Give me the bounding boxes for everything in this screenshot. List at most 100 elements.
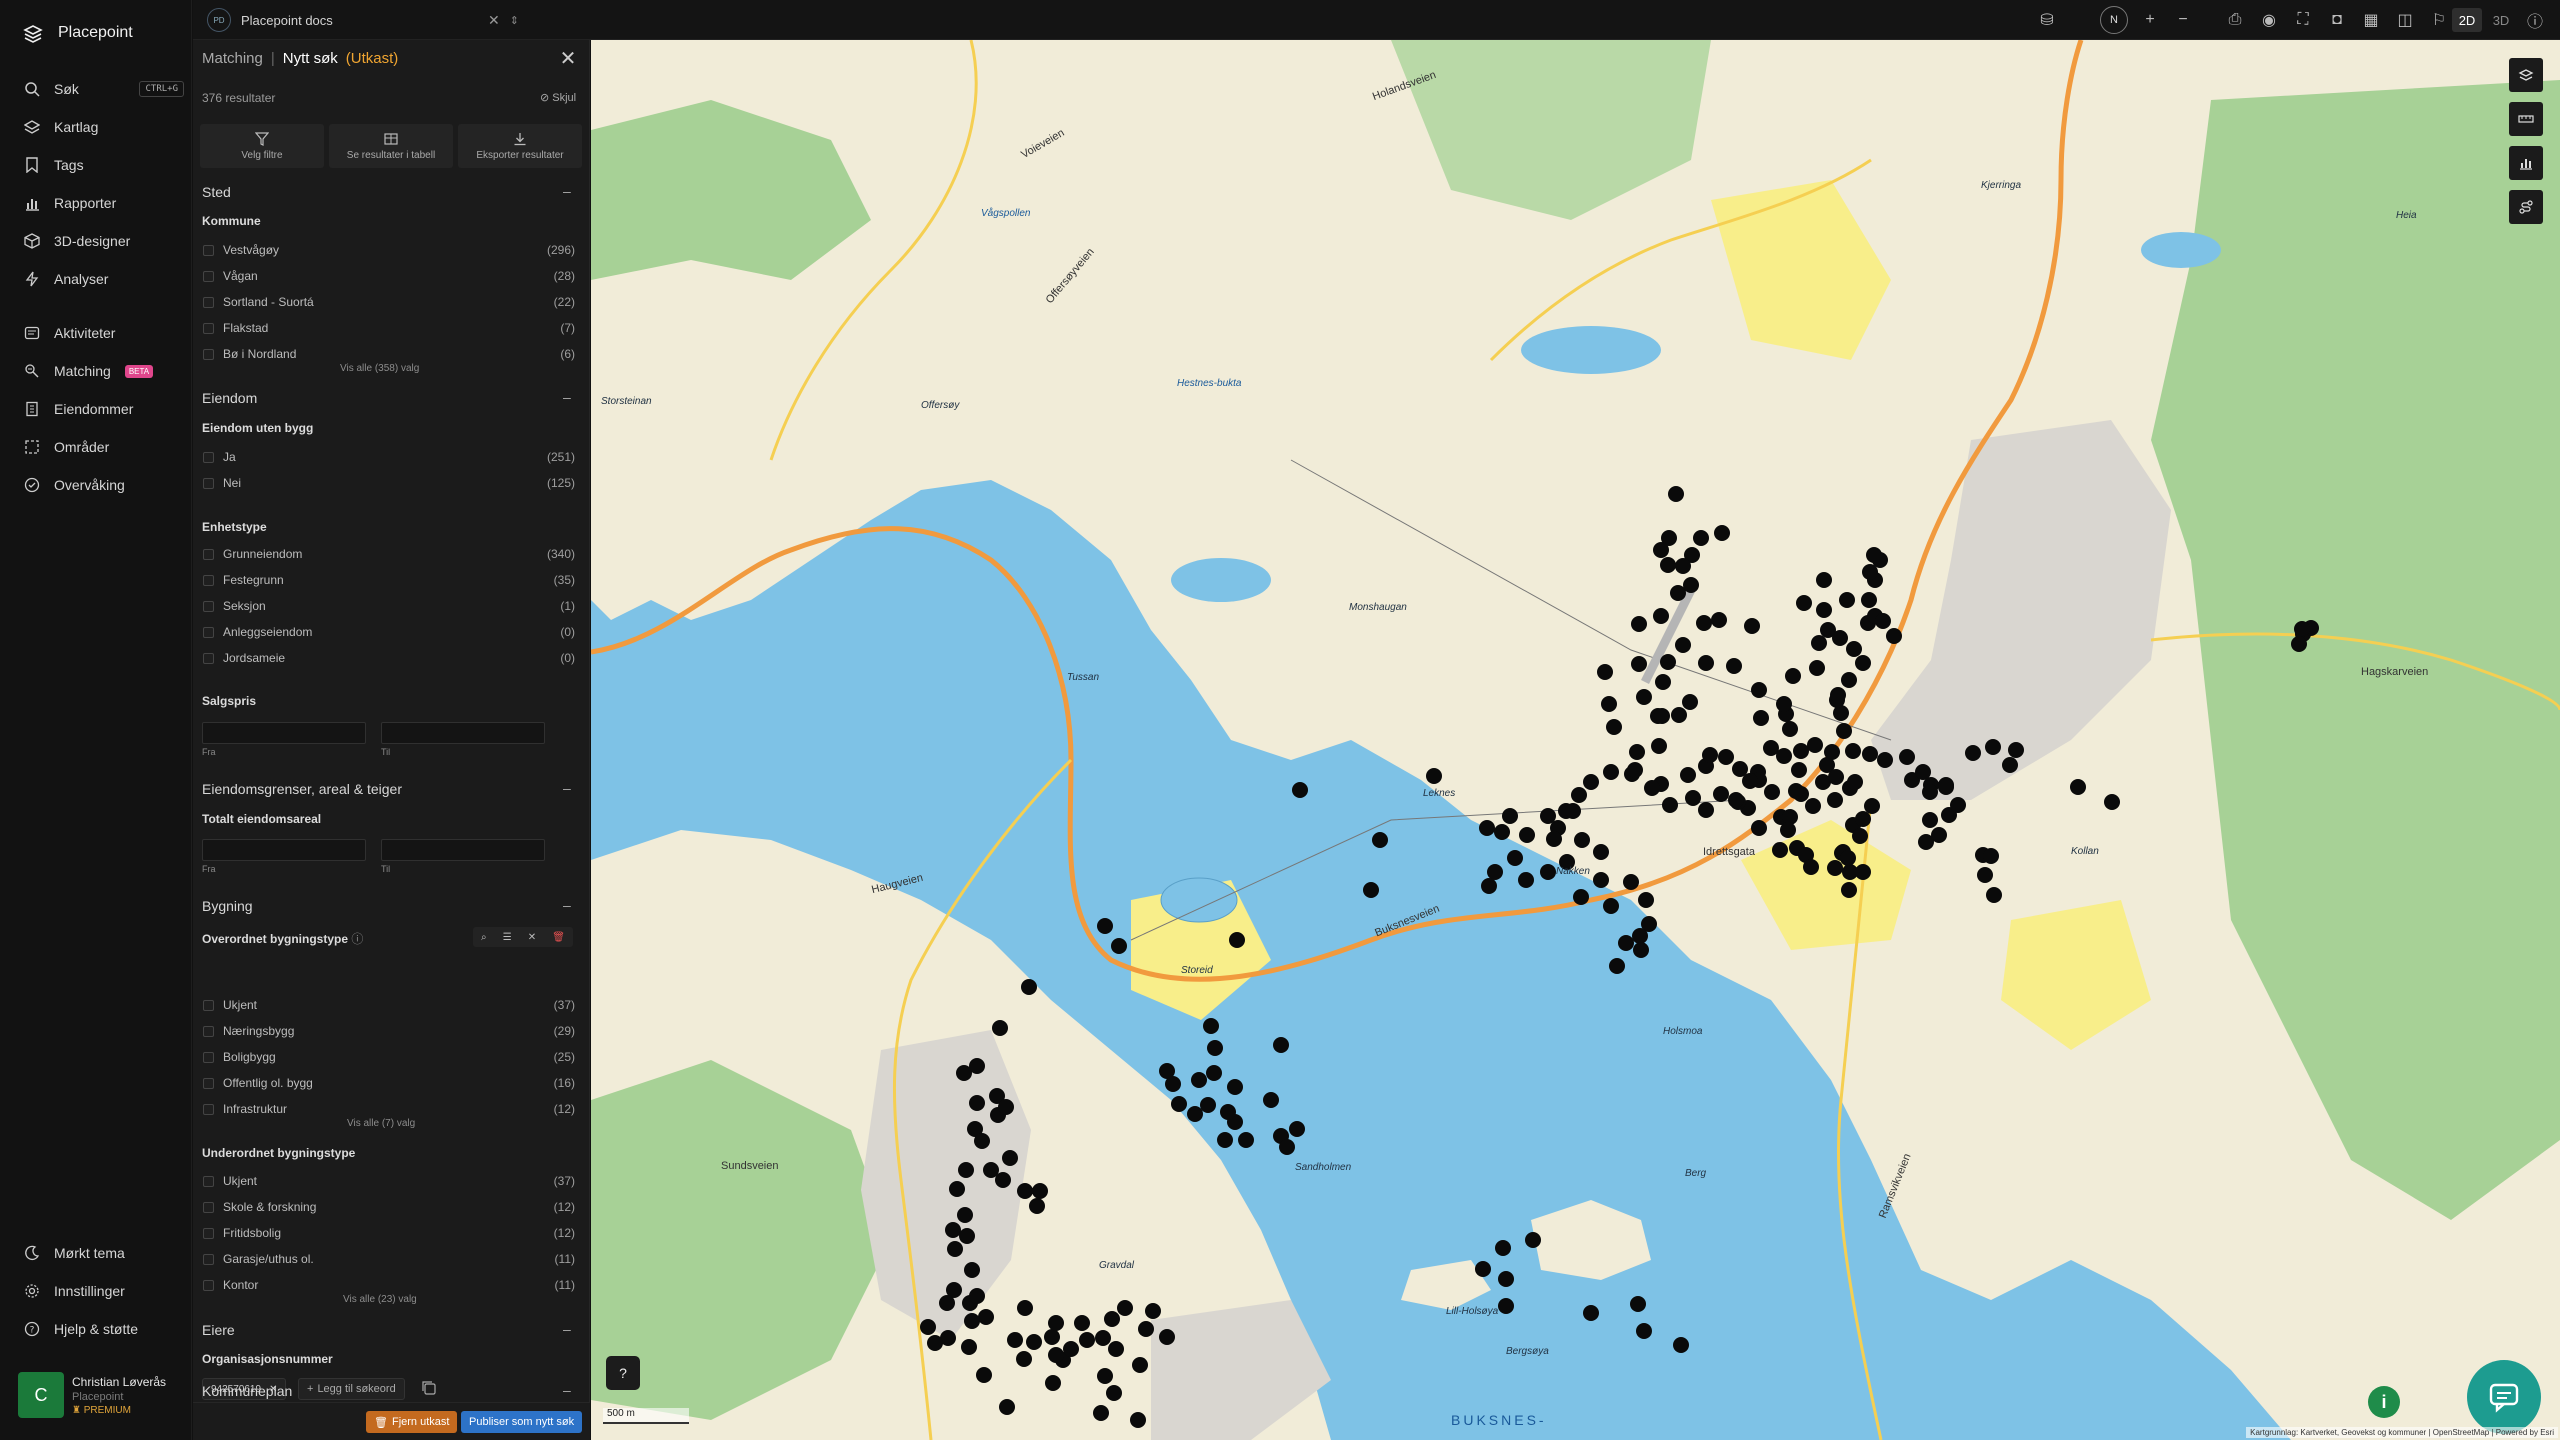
result-marker[interactable] bbox=[959, 1228, 975, 1244]
search-icon[interactable]: ⌕ bbox=[481, 932, 487, 943]
camera-icon[interactable]: ◘ bbox=[2326, 10, 2348, 30]
result-marker[interactable] bbox=[1165, 1076, 1181, 1092]
show-all-link[interactable]: Vis alle (7) valg bbox=[347, 1118, 415, 1129]
checkbox[interactable] bbox=[203, 270, 214, 282]
result-marker[interactable] bbox=[1159, 1329, 1175, 1345]
nav-item-overvaking[interactable]: Overvåking bbox=[24, 472, 184, 498]
result-marker[interactable] bbox=[1002, 1150, 1018, 1166]
nav-item-analyser[interactable]: Analyser bbox=[24, 266, 184, 292]
result-marker[interactable] bbox=[1603, 898, 1619, 914]
result-marker[interactable] bbox=[1780, 822, 1796, 838]
result-marker[interactable] bbox=[1191, 1072, 1207, 1088]
collapse-icon[interactable]: – bbox=[563, 897, 571, 913]
result-marker[interactable] bbox=[1877, 752, 1893, 768]
result-marker[interactable] bbox=[1220, 1104, 1236, 1120]
breadcrumb-parent[interactable]: Matching bbox=[202, 50, 263, 67]
result-marker[interactable] bbox=[1372, 832, 1388, 848]
checkbox[interactable] bbox=[203, 548, 214, 560]
result-marker[interactable] bbox=[1048, 1315, 1064, 1331]
result-marker[interactable] bbox=[2291, 636, 2307, 652]
result-marker[interactable] bbox=[1753, 710, 1769, 726]
result-marker[interactable] bbox=[1574, 832, 1590, 848]
chevron-updown-icon[interactable]: ⇕ bbox=[510, 14, 519, 27]
result-marker[interactable] bbox=[1660, 557, 1676, 573]
export-results-button[interactable]: Eksporter resultater bbox=[458, 124, 582, 168]
result-marker[interactable] bbox=[1111, 938, 1127, 954]
result-marker[interactable] bbox=[949, 1181, 965, 1197]
checkbox-row[interactable]: Nei (125) bbox=[203, 474, 575, 492]
result-marker[interactable] bbox=[1693, 530, 1709, 546]
result-marker[interactable] bbox=[1702, 747, 1718, 763]
result-marker[interactable] bbox=[1363, 882, 1379, 898]
mode-3d-button[interactable]: 3D bbox=[2486, 8, 2516, 32]
zoom-in-icon[interactable]: + bbox=[2139, 10, 2161, 30]
result-marker[interactable] bbox=[1426, 768, 1442, 784]
result-marker[interactable] bbox=[1653, 542, 1669, 558]
result-marker[interactable] bbox=[1525, 1232, 1541, 1248]
checkbox-row[interactable]: Ja (251) bbox=[203, 448, 575, 466]
nav-item-omrader[interactable]: Områder bbox=[24, 434, 184, 460]
result-marker[interactable] bbox=[1742, 773, 1758, 789]
checkbox[interactable] bbox=[203, 626, 214, 638]
result-marker[interactable] bbox=[1021, 979, 1037, 995]
result-marker[interactable] bbox=[1680, 767, 1696, 783]
checkbox-row[interactable]: Vestvågøy (296) bbox=[203, 241, 575, 259]
result-marker[interactable] bbox=[1187, 1106, 1203, 1122]
result-marker[interactable] bbox=[1638, 892, 1654, 908]
checkbox-row[interactable]: Næringsbygg (29) bbox=[203, 1022, 575, 1040]
result-marker[interactable] bbox=[1238, 1132, 1254, 1148]
result-marker[interactable] bbox=[1791, 762, 1807, 778]
checkbox[interactable] bbox=[203, 348, 214, 360]
result-marker[interactable] bbox=[1273, 1037, 1289, 1053]
info-icon[interactable]: ⓘ bbox=[351, 932, 363, 946]
result-marker[interactable] bbox=[1711, 612, 1727, 628]
result-marker[interactable] bbox=[1593, 872, 1609, 888]
checkbox-row[interactable]: Infrastruktur (12) bbox=[203, 1100, 575, 1118]
result-marker[interactable] bbox=[1803, 859, 1819, 875]
section-title-grenser[interactable]: Eiendomsgrenser, areal & teiger bbox=[202, 781, 402, 797]
result-marker[interactable] bbox=[1651, 738, 1667, 754]
collapse-icon[interactable]: – bbox=[563, 780, 571, 796]
result-marker[interactable] bbox=[1117, 1300, 1133, 1316]
result-marker[interactable] bbox=[1601, 696, 1617, 712]
checkbox[interactable] bbox=[203, 600, 214, 612]
price-from-input[interactable] bbox=[202, 722, 366, 744]
result-marker[interactable] bbox=[1583, 1305, 1599, 1321]
result-marker[interactable] bbox=[1793, 743, 1809, 759]
result-marker[interactable] bbox=[1886, 628, 1902, 644]
print-icon[interactable]: ⎙ bbox=[2224, 10, 2246, 30]
section-title-kommuneplan[interactable]: Kommuneplan bbox=[202, 1383, 292, 1399]
document-selector[interactable]: PD Placepoint docs ✕ ⇕ bbox=[207, 6, 519, 34]
result-marker[interactable] bbox=[1782, 721, 1798, 737]
result-marker[interactable] bbox=[1609, 958, 1625, 974]
checkbox[interactable] bbox=[203, 322, 214, 334]
statistics-button[interactable] bbox=[2509, 146, 2543, 180]
result-marker[interactable] bbox=[1830, 687, 1846, 703]
result-marker[interactable] bbox=[1864, 798, 1880, 814]
result-marker[interactable] bbox=[1965, 745, 1981, 761]
result-marker[interactable] bbox=[1217, 1132, 1233, 1148]
result-marker[interactable] bbox=[1203, 1018, 1219, 1034]
eye-icon[interactable]: ◉ bbox=[2258, 10, 2280, 30]
checkbox-row[interactable]: Fritidsbolig (12) bbox=[203, 1224, 575, 1242]
nav-item-3d-designer[interactable]: 3D-designer bbox=[24, 228, 184, 254]
result-marker[interactable] bbox=[1583, 774, 1599, 790]
result-marker[interactable] bbox=[1016, 1351, 1032, 1367]
nav-item-eiendommer[interactable]: Eiendommer bbox=[24, 396, 184, 422]
result-marker[interactable] bbox=[1713, 786, 1729, 802]
result-marker[interactable] bbox=[1807, 737, 1823, 753]
result-marker[interactable] bbox=[1229, 932, 1245, 948]
result-marker[interactable] bbox=[1918, 834, 1934, 850]
result-marker[interactable] bbox=[1263, 1092, 1279, 1108]
result-marker[interactable] bbox=[1093, 1405, 1109, 1421]
result-marker[interactable] bbox=[1726, 658, 1742, 674]
result-marker[interactable] bbox=[998, 1099, 1014, 1115]
section-title-eiendom[interactable]: Eiendom bbox=[202, 390, 257, 406]
result-marker[interactable] bbox=[1845, 743, 1861, 759]
nav-item-help[interactable]: ? Hjelp & støtte bbox=[24, 1316, 184, 1342]
result-marker[interactable] bbox=[1772, 842, 1788, 858]
result-marker[interactable] bbox=[947, 1241, 963, 1257]
price-to-input[interactable] bbox=[381, 722, 545, 744]
mode-2d-button[interactable]: 2D bbox=[2452, 8, 2482, 32]
fullscreen-icon[interactable]: ⛶ bbox=[2292, 10, 2314, 30]
